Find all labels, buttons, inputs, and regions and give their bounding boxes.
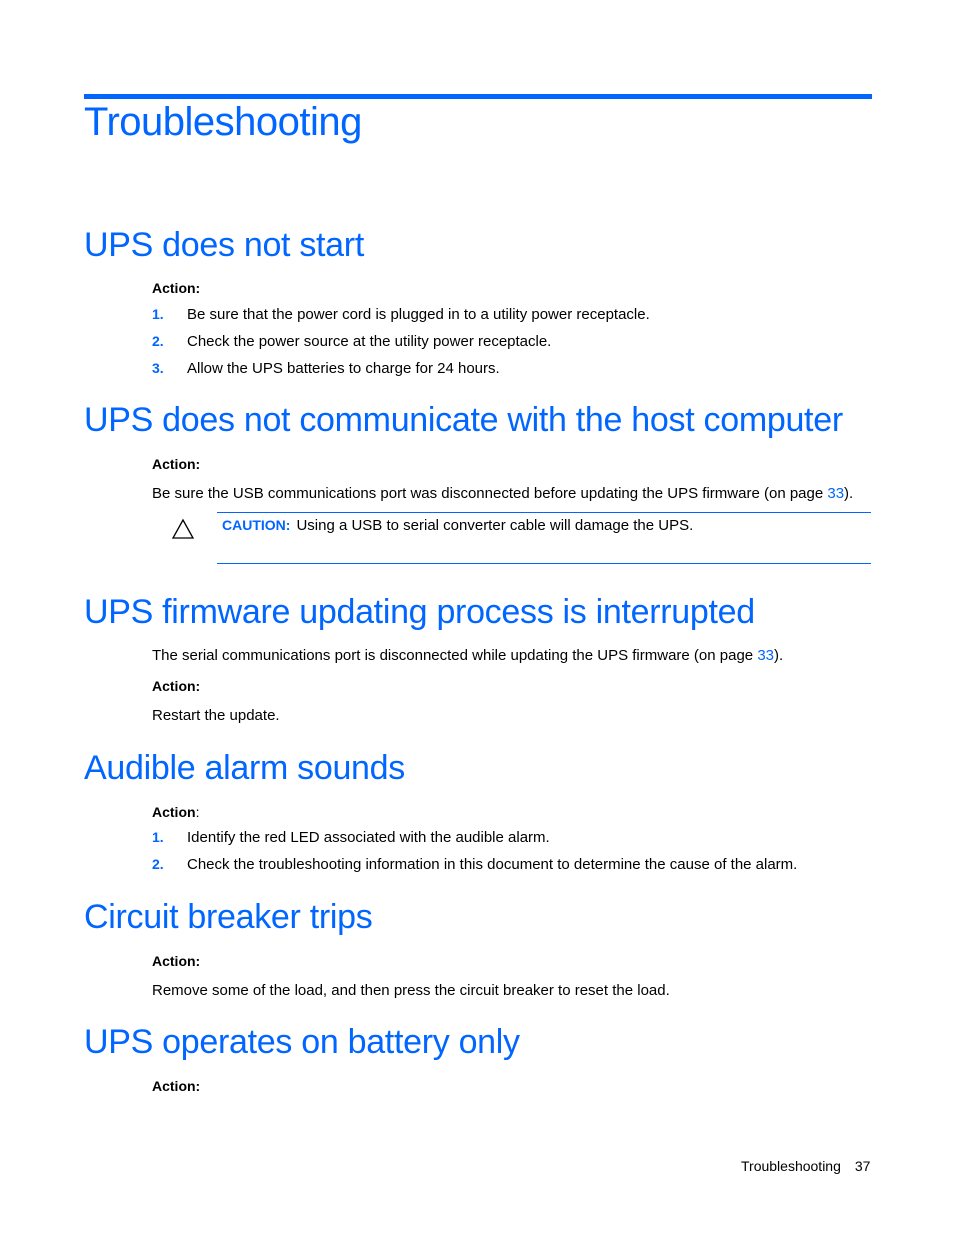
list-number: 2. xyxy=(152,856,164,872)
chapter-rule xyxy=(84,94,872,99)
body-text: ). xyxy=(774,647,784,664)
body-text: ). xyxy=(844,485,854,502)
action-label: Action: xyxy=(152,456,201,472)
section-heading-audible-alarm: Audible alarm sounds xyxy=(84,749,405,787)
action-colon: : xyxy=(195,804,200,820)
action-label: Action: xyxy=(152,678,201,694)
footer-section: Troubleshooting xyxy=(741,1158,841,1174)
list-text: Be sure that the power cord is plugged i… xyxy=(187,306,650,323)
list-text: Check the power source at the utility po… xyxy=(187,333,552,350)
list-item: 2. Check the troubleshooting information … xyxy=(152,856,797,873)
caution-text: Using a USB to serial converter cable wi… xyxy=(296,517,694,534)
page-link[interactable]: 33 xyxy=(827,485,844,502)
list-text: Identify the red LED associated with the… xyxy=(187,829,550,846)
list-item: 2. Check the power source at the utility … xyxy=(152,333,551,350)
list-number: 2. xyxy=(152,333,164,349)
action-label: Action: xyxy=(152,1078,201,1094)
list-text: Check the troubleshooting information in… xyxy=(187,856,798,873)
list-number: 3. xyxy=(152,360,164,376)
chapter-title: Troubleshooting xyxy=(84,100,362,144)
page-number: 37 xyxy=(854,1158,871,1174)
section-heading-no-communication: UPS does not communicate with the host c… xyxy=(84,401,843,439)
section-heading-firmware-interrupted: UPS firmware updating process is interru… xyxy=(84,593,755,631)
caution-note: CAUTION: Using a USB to serial converter … xyxy=(222,517,693,534)
section-heading-circuit-breaker: Circuit breaker trips xyxy=(84,898,373,936)
page-link[interactable]: 33 xyxy=(757,647,774,664)
body-paragraph: Restart the update. xyxy=(152,707,280,724)
list-item: 1. Be sure that the power cord is plugged… xyxy=(152,306,650,323)
caution-top-rule xyxy=(217,512,871,513)
action-label: Action: xyxy=(152,804,199,820)
section-heading-battery-only: UPS operates on battery only xyxy=(84,1023,520,1061)
body-text: Be sure the USB communications port was … xyxy=(152,485,828,502)
list-number: 1. xyxy=(152,829,164,845)
list-item: 1. Identify the red LED associated with t… xyxy=(152,829,550,846)
caution-bottom-rule xyxy=(217,563,871,564)
action-label: Action: xyxy=(152,280,201,296)
list-text: Allow the UPS batteries to charge for 24… xyxy=(187,360,500,377)
warning-triangle-icon xyxy=(171,518,195,539)
body-paragraph: Be sure the USB communications port was … xyxy=(152,485,853,502)
caution-label: CAUTION: xyxy=(222,517,291,533)
action-label-text: Action xyxy=(152,804,196,820)
intro-paragraph: The serial communications port is discon… xyxy=(152,647,783,664)
action-label: Action: xyxy=(152,953,201,969)
list-number: 1. xyxy=(152,306,164,322)
page-footer: Troubleshooting 37 xyxy=(741,1158,870,1174)
body-paragraph: Remove some of the load, and then press … xyxy=(152,982,670,999)
section-heading-ups-does-not-start: UPS does not start xyxy=(84,226,364,264)
body-text: The serial communications port is discon… xyxy=(152,647,758,664)
list-item: 3. Allow the UPS batteries to charge for … xyxy=(152,360,500,377)
